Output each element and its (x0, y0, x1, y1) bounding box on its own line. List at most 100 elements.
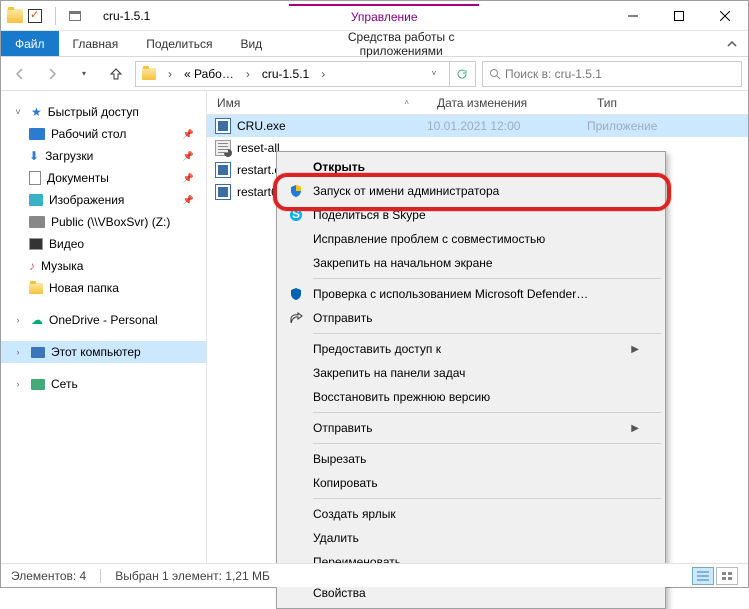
breadcrumb-sep[interactable] (315, 67, 331, 81)
desktop-icon (29, 128, 45, 140)
pin-icon: 📌 (183, 173, 194, 184)
network-icon (31, 379, 45, 390)
column-date[interactable]: Дата изменения (427, 96, 587, 110)
menu-separator (313, 412, 661, 413)
nav-recent-dropdown[interactable]: ▾ (71, 61, 97, 87)
menu-create-shortcut[interactable]: Создать ярлык (279, 502, 663, 526)
minimize-button[interactable] (610, 1, 656, 31)
menu-compat-troubleshoot[interactable]: Исправление проблем с совместимостью (279, 227, 663, 251)
pin-icon: 📌 (183, 151, 194, 162)
pin-icon: 📌 (183, 195, 194, 206)
menu-delete[interactable]: Удалить (279, 526, 663, 550)
status-bar: Элементов: 4 Выбран 1 элемент: 1,21 МБ (1, 563, 748, 587)
maximize-button[interactable] (656, 1, 702, 31)
menu-separator (313, 498, 661, 499)
sidebar-network[interactable]: ›Сеть (1, 373, 206, 395)
tab-home[interactable]: Главная (59, 31, 133, 56)
music-icon: ♪ (29, 259, 35, 273)
sidebar-item-documents[interactable]: Документы📌 (1, 167, 206, 189)
breadcrumb-dropdown-icon[interactable]: ˅ (421, 61, 447, 87)
menu-open[interactable]: Открыть (279, 155, 663, 179)
tab-view[interactable]: Вид (226, 31, 276, 56)
sidebar-item-downloads[interactable]: ⬇Загрузки📌 (1, 145, 206, 167)
exe-icon (215, 118, 231, 134)
menu-share[interactable]: Отправить (279, 306, 663, 330)
view-large-icons-button[interactable] (716, 567, 738, 585)
menu-give-access[interactable]: Предоставить доступ к▶ (279, 337, 663, 361)
breadcrumb-sep[interactable] (240, 67, 256, 81)
menu-separator (313, 333, 661, 334)
nav-forward-button[interactable] (39, 61, 65, 87)
chevron-right-icon: ▶ (631, 423, 639, 434)
menu-run-as-admin[interactable]: Запуск от имени администратора (279, 179, 663, 203)
breadcrumb-box[interactable]: « Рабо… cru-1.5.1 ˅ (135, 61, 476, 87)
pc-icon (31, 347, 45, 358)
sidebar-item-music[interactable]: ♪Музыка (1, 255, 206, 277)
nav-back-button[interactable] (7, 61, 33, 87)
downloads-icon: ⬇ (29, 149, 39, 163)
exe-icon (215, 162, 231, 178)
sidebar-item-desktop[interactable]: Рабочий стол📌 (1, 123, 206, 145)
window-title: cru-1.5.1 (95, 9, 158, 23)
shield-icon (287, 182, 305, 200)
sidebar-item-pictures[interactable]: Изображения📌 (1, 189, 206, 211)
column-type[interactable]: Тип (587, 96, 707, 110)
qat-check-icon[interactable] (27, 8, 43, 24)
batch-icon (215, 140, 231, 156)
manage-contextual-tab[interactable]: Управление (289, 4, 479, 27)
documents-icon (29, 171, 41, 185)
ribbon-tabs: Файл Главная Поделиться Вид Средства раб… (1, 31, 748, 57)
menu-skype-share[interactable]: S Поделиться в Skype (279, 203, 663, 227)
status-selection: Выбран 1 элемент: 1,21 МБ (115, 569, 270, 583)
menu-copy[interactable]: Копировать (279, 471, 663, 495)
sidebar-item-newfolder[interactable]: Новая папка (1, 277, 206, 299)
onedrive-icon: ☁ (31, 313, 43, 327)
tab-app-tools[interactable]: Средства работы с приложениями (306, 31, 496, 56)
star-icon: ★ (31, 105, 42, 119)
menu-cut[interactable]: Вырезать (279, 447, 663, 471)
pictures-icon (29, 194, 43, 206)
menu-separator (313, 278, 661, 279)
menu-send-to[interactable]: Отправить▶ (279, 416, 663, 440)
view-details-button[interactable] (692, 567, 714, 585)
breadcrumb-seg2[interactable]: cru-1.5.1 (258, 67, 313, 81)
sidebar-item-public[interactable]: Public (\\VBoxSvr) (Z:) (1, 211, 206, 233)
breadcrumb-sep[interactable] (162, 67, 178, 81)
search-input[interactable]: Поиск в: cru-1.5.1 (482, 61, 742, 87)
title-bar: cru-1.5.1 Управление (1, 1, 748, 31)
exe-icon (215, 184, 231, 200)
share-icon (287, 309, 305, 327)
folder-icon (29, 283, 43, 294)
sort-indicator-icon: ˄ (404, 98, 409, 107)
column-headers: Имя˄ Дата изменения Тип (207, 91, 748, 115)
tab-share[interactable]: Поделиться (132, 31, 226, 56)
navigation-pane: ˅★Быстрый доступ Рабочий стол📌 ⬇Загрузки… (1, 91, 207, 563)
menu-pin-taskbar[interactable]: Закрепить на панели задач (279, 361, 663, 385)
sidebar-quick-access[interactable]: ˅★Быстрый доступ (1, 101, 206, 123)
search-placeholder: Поиск в: cru-1.5.1 (505, 67, 602, 81)
ribbon-collapse-icon[interactable] (716, 31, 748, 56)
menu-restore-previous[interactable]: Восстановить прежнюю версию (279, 385, 663, 409)
context-menu: Открыть Запуск от имени администратора S… (276, 151, 666, 609)
qat-separator (47, 8, 63, 24)
breadcrumb-seg1[interactable]: « Рабо… (180, 67, 238, 81)
column-name[interactable]: Имя˄ (207, 96, 427, 110)
nav-up-button[interactable] (103, 61, 129, 87)
sidebar-onedrive[interactable]: ›☁OneDrive - Personal (1, 309, 206, 331)
folder-icon (7, 8, 23, 24)
qat-dropdown-icon[interactable] (67, 8, 83, 24)
menu-defender-scan[interactable]: Проверка с использованием Microsoft Defe… (279, 282, 663, 306)
sidebar-this-pc[interactable]: ›Этот компьютер (1, 341, 206, 363)
menu-pin-start[interactable]: Закрепить на начальном экране (279, 251, 663, 275)
skype-icon: S (287, 206, 305, 224)
close-button[interactable] (702, 1, 748, 31)
status-item-count: Элементов: 4 (11, 569, 86, 583)
refresh-button[interactable] (449, 62, 473, 86)
tab-file[interactable]: Файл (1, 31, 59, 56)
network-drive-icon (29, 216, 45, 228)
file-row[interactable]: CRU.exe 10.01.2021 12:00 Приложение (207, 115, 748, 137)
menu-separator (313, 443, 661, 444)
breadcrumb-root-icon[interactable] (138, 68, 160, 80)
sidebar-item-videos[interactable]: Видео (1, 233, 206, 255)
chevron-right-icon: ▶ (631, 344, 639, 355)
